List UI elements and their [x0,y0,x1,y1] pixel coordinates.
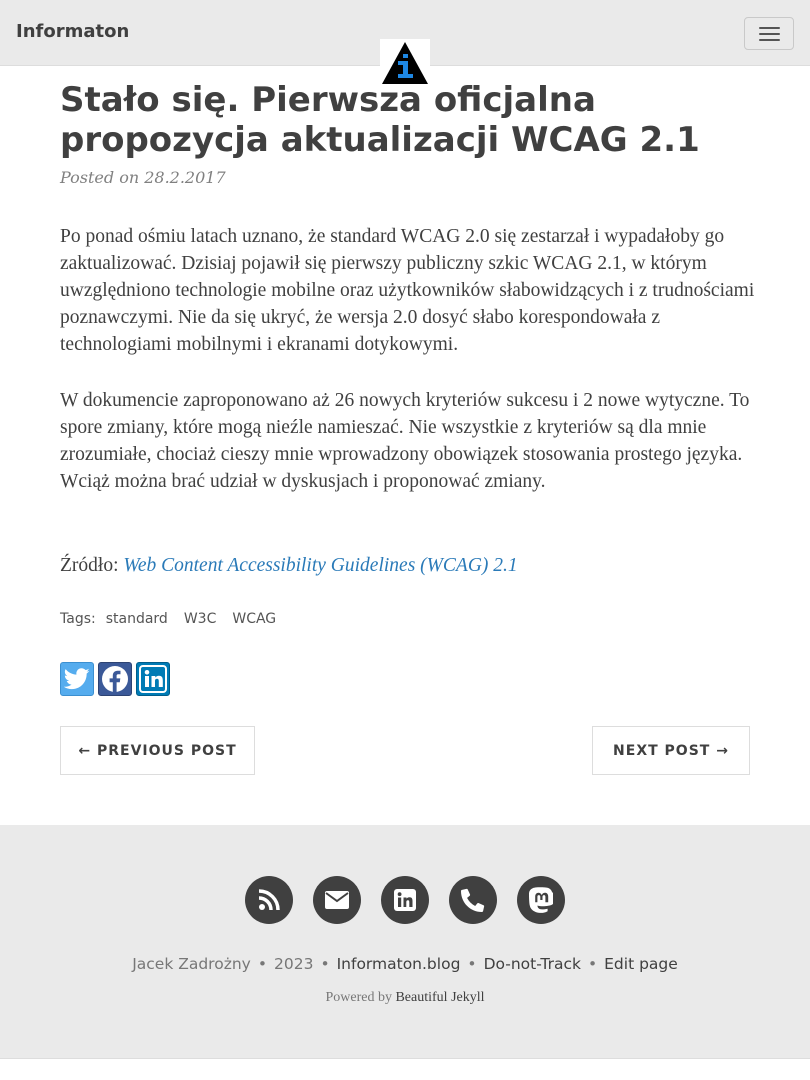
post-paragraph-1: Po ponad ośmiu latach uznano, że standar… [60,226,755,355]
post-date: Posted on 28.2.2017 [60,168,226,187]
share-facebook-button[interactable] [98,662,132,696]
rss-link[interactable] [245,876,293,924]
powered-prefix: Powered by [325,990,396,1005]
powered-by: Powered by Beautiful Jekyll [0,990,810,1006]
previous-post-button[interactable]: ← PREVIOUS POST [60,726,255,775]
share-linkedin-button[interactable] [136,662,170,696]
footer-link-edit[interactable]: Edit page [604,955,678,973]
footer: Jacek Zadrożny • 2023 • Informaton.blog • Do-n… [0,825,810,1059]
next-post-button[interactable]: NEXT POST → [592,726,750,775]
brand-link[interactable]: Informaton [16,21,129,42]
linkedin-link[interactable] [381,876,429,924]
tags-list: Tags: standard W3C WCAG [60,611,276,627]
footer-link-dnt[interactable]: Do-not-Track [484,955,581,973]
rss-icon [258,889,280,911]
share-buttons [60,662,170,696]
hamburger-menu-icon [759,27,780,29]
phone-link[interactable] [449,876,497,924]
envelope-icon [325,891,349,909]
twitter-icon [64,668,90,690]
phone-icon [461,888,485,912]
linkedin-icon [394,889,416,911]
tag-standard[interactable]: standard [106,611,168,627]
share-twitter-button[interactable] [60,662,94,696]
tags-label: Tags: [60,611,96,627]
tag-wcag[interactable]: WCAG [232,611,276,627]
mastodon-link[interactable] [517,876,565,924]
post-title: Stało się. Pierwsza oficjalna propozycja… [60,80,700,160]
source-link[interactable]: Web Content Accessibility Guidelines (WC… [123,555,517,576]
footer-credits: Jacek Zadrożny • 2023 • Informaton.blog • Do-n… [132,955,678,973]
footer-author: Jacek Zadrożny [132,955,251,973]
tag-w3c[interactable]: W3C [184,611,217,627]
post-paragraph-2: W dokumencie zaproponowano aż 26 nowych … [60,390,750,492]
facebook-icon [102,666,128,692]
footer-link-blog[interactable]: Informaton.blog [337,955,461,973]
footer-year: 2023 [273,955,314,973]
mastodon-icon [529,887,553,913]
source-paragraph: Źródło: Web Content Accessibility Guidel… [60,552,760,579]
information-triangle-logo[interactable] [380,39,430,86]
theme-link[interactable]: Beautiful Jekyll [395,990,484,1005]
social-links [245,876,565,924]
linkedin-icon [139,665,167,693]
email-link[interactable] [313,876,361,924]
menu-toggle-button[interactable] [744,17,794,50]
source-label: Źródło: [60,555,124,576]
